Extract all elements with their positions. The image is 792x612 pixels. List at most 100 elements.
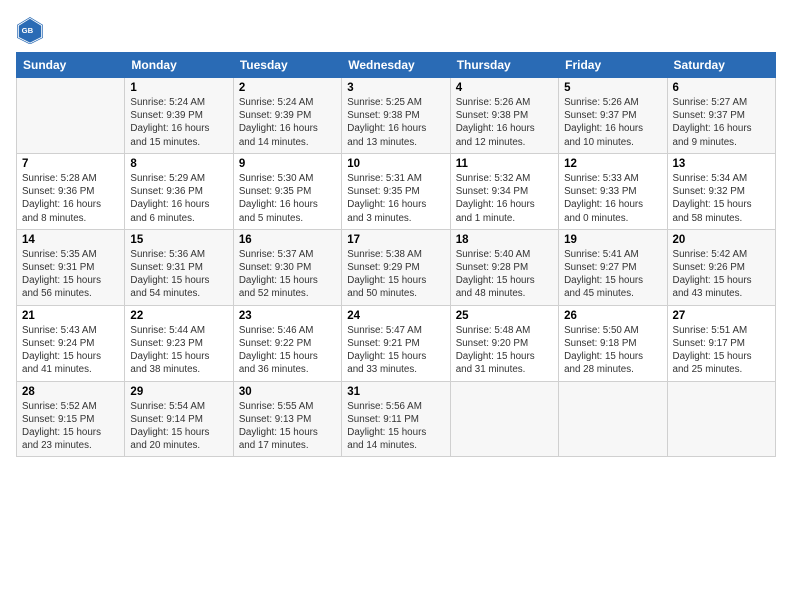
day-info: Sunrise: 5:30 AM Sunset: 9:35 PM Dayligh…	[239, 172, 336, 225]
day-number: 12	[564, 158, 661, 170]
day-cell: 25 Sunrise: 5:48 AM Sunset: 9:20 PM Dayli…	[450, 305, 558, 381]
day-header-thursday: Thursday	[450, 53, 558, 78]
day-cell: 16 Sunrise: 5:37 AM Sunset: 9:30 PM Dayli…	[233, 229, 341, 305]
day-number: 15	[130, 234, 227, 246]
day-number: 22	[130, 310, 227, 322]
week-row-4: 21 Sunrise: 5:43 AM Sunset: 9:24 PM Dayli…	[17, 305, 776, 381]
day-number: 7	[22, 158, 119, 170]
day-cell: 1Sunrise: 5:24 AM Sunset: 9:39 PM Daylig…	[125, 78, 233, 154]
day-cell: 14Sunrise: 5:35 AM Sunset: 9:31 PM Dayli…	[17, 229, 125, 305]
day-info: Sunrise: 5:24 AM Sunset: 9:39 PM Dayligh…	[239, 96, 336, 149]
day-cell: 21 Sunrise: 5:43 AM Sunset: 9:24 PM Dayli…	[17, 305, 125, 381]
header-row: GB	[16, 16, 776, 44]
week-row-1: 1 Sunrise: 5:24 AM Sunset: 9:39 PM Daylig…	[17, 78, 776, 154]
day-info: Sunrise: 5:52 AM Sunset: 9:15 PM Dayligh…	[22, 400, 119, 453]
day-header-saturday: Saturday	[667, 53, 775, 78]
day-cell: 12Sunrise: 5:33 AM Sunset: 9:33 PM Dayli…	[559, 153, 667, 229]
day-number: 17	[347, 234, 444, 246]
day-number: 1	[130, 82, 227, 94]
day-header-friday: Friday	[559, 53, 667, 78]
week-row-2: 7 Sunrise: 5:28 AM Sunset: 9:36 PM Daylig…	[17, 153, 776, 229]
day-cell: 20Sunrise: 5:42 AM Sunset: 9:26 PM Dayli…	[667, 229, 775, 305]
day-info: Sunrise: 5:56 AM Sunset: 9:11 PM Dayligh…	[347, 400, 444, 453]
day-cell: 18 Sunrise: 5:40 AM Sunset: 9:28 PM Dayli…	[450, 229, 558, 305]
day-cell: 2 Sunrise: 5:24 AM Sunset: 9:39 PM Daylig…	[233, 78, 341, 154]
day-info: Sunrise: 5:32 AM Sunset: 9:34 PM Dayligh…	[456, 172, 553, 225]
day-cell: 31 Sunrise: 5:56 AM Sunset: 9:11 PM Dayli…	[342, 381, 450, 457]
day-cell: 8 Sunrise: 5:29 AM Sunset: 9:36 PM Daylig…	[125, 153, 233, 229]
day-info: Sunrise: 5:34 AM Sunset: 9:32 PM Dayligh…	[673, 172, 770, 225]
day-number: 31	[347, 386, 444, 398]
day-number: 18	[456, 234, 553, 246]
day-cell: 28 Sunrise: 5:52 AM Sunset: 9:15 PM Dayli…	[17, 381, 125, 457]
day-cell: 9 Sunrise: 5:30 AM Sunset: 9:35 PM Daylig…	[233, 153, 341, 229]
day-cell: 15 Sunrise: 5:36 AM Sunset: 9:31 PM Dayli…	[125, 229, 233, 305]
day-info: Sunrise: 5:55 AM Sunset: 9:13 PM Dayligh…	[239, 400, 336, 453]
day-cell: 27 Sunrise: 5:51 AM Sunset: 9:17 PM Dayli…	[667, 305, 775, 381]
day-number: 2	[239, 82, 336, 94]
day-cell: 7 Sunrise: 5:28 AM Sunset: 9:36 PM Daylig…	[17, 153, 125, 229]
day-number: 24	[347, 310, 444, 322]
day-number: 23	[239, 310, 336, 322]
logo-icon: GB	[16, 16, 44, 44]
calendar-container: GB SundayMondayTuesdayWednesdayThursdayF…	[0, 0, 792, 465]
day-info: Sunrise: 5:51 AM Sunset: 9:17 PM Dayligh…	[673, 324, 770, 377]
day-number: 30	[239, 386, 336, 398]
day-cell: 5 Sunrise: 5:26 AM Sunset: 9:37 PM Daylig…	[559, 78, 667, 154]
day-info: Sunrise: 5:31 AM Sunset: 9:35 PM Dayligh…	[347, 172, 444, 225]
calendar-table: SundayMondayTuesdayWednesdayThursdayFrid…	[16, 52, 776, 457]
day-number: 6	[673, 82, 770, 94]
day-info: Sunrise: 5:41 AM Sunset: 9:27 PM Dayligh…	[564, 248, 661, 301]
day-cell: 13 Sunrise: 5:34 AM Sunset: 9:32 PM Dayli…	[667, 153, 775, 229]
day-cell: 29Sunrise: 5:54 AM Sunset: 9:14 PM Dayli…	[125, 381, 233, 457]
day-info: Sunrise: 5:43 AM Sunset: 9:24 PM Dayligh…	[22, 324, 119, 377]
day-cell: 23 Sunrise: 5:46 AM Sunset: 9:22 PM Dayli…	[233, 305, 341, 381]
day-number: 10	[347, 158, 444, 170]
day-header-tuesday: Tuesday	[233, 53, 341, 78]
day-cell: 6 Sunrise: 5:27 AM Sunset: 9:37 PM Daylig…	[667, 78, 775, 154]
logo: GB	[16, 16, 48, 44]
day-cell	[559, 381, 667, 457]
day-number: 20	[673, 234, 770, 246]
day-info: Sunrise: 5:36 AM Sunset: 9:31 PM Dayligh…	[130, 248, 227, 301]
day-info: Sunrise: 5:26 AM Sunset: 9:38 PM Dayligh…	[456, 96, 553, 149]
day-info: Sunrise: 5:48 AM Sunset: 9:20 PM Dayligh…	[456, 324, 553, 377]
day-cell: 10 Sunrise: 5:31 AM Sunset: 9:35 PM Dayli…	[342, 153, 450, 229]
day-cell	[667, 381, 775, 457]
day-cell: 26Sunrise: 5:50 AM Sunset: 9:18 PM Dayli…	[559, 305, 667, 381]
day-cell: 11 Sunrise: 5:32 AM Sunset: 9:34 PM Dayli…	[450, 153, 558, 229]
day-cell: 3 Sunrise: 5:25 AM Sunset: 9:38 PM Daylig…	[342, 78, 450, 154]
day-number: 14	[22, 234, 119, 246]
day-info: Sunrise: 5:25 AM Sunset: 9:38 PM Dayligh…	[347, 96, 444, 149]
day-number: 9	[239, 158, 336, 170]
day-info: Sunrise: 5:26 AM Sunset: 9:37 PM Dayligh…	[564, 96, 661, 149]
day-info: Sunrise: 5:44 AM Sunset: 9:23 PM Dayligh…	[130, 324, 227, 377]
day-number: 5	[564, 82, 661, 94]
day-number: 19	[564, 234, 661, 246]
day-info: Sunrise: 5:38 AM Sunset: 9:29 PM Dayligh…	[347, 248, 444, 301]
day-number: 16	[239, 234, 336, 246]
day-info: Sunrise: 5:40 AM Sunset: 9:28 PM Dayligh…	[456, 248, 553, 301]
day-number: 28	[22, 386, 119, 398]
day-info: Sunrise: 5:28 AM Sunset: 9:36 PM Dayligh…	[22, 172, 119, 225]
day-number: 11	[456, 158, 553, 170]
day-info: Sunrise: 5:46 AM Sunset: 9:22 PM Dayligh…	[239, 324, 336, 377]
day-info: Sunrise: 5:47 AM Sunset: 9:21 PM Dayligh…	[347, 324, 444, 377]
day-info: Sunrise: 5:27 AM Sunset: 9:37 PM Dayligh…	[673, 96, 770, 149]
day-number: 8	[130, 158, 227, 170]
day-number: 13	[673, 158, 770, 170]
week-row-5: 28 Sunrise: 5:52 AM Sunset: 9:15 PM Dayli…	[17, 381, 776, 457]
day-cell: 19 Sunrise: 5:41 AM Sunset: 9:27 PM Dayli…	[559, 229, 667, 305]
day-info: Sunrise: 5:29 AM Sunset: 9:36 PM Dayligh…	[130, 172, 227, 225]
day-cell: 17 Sunrise: 5:38 AM Sunset: 9:29 PM Dayli…	[342, 229, 450, 305]
week-row-3: 14Sunrise: 5:35 AM Sunset: 9:31 PM Dayli…	[17, 229, 776, 305]
day-number: 25	[456, 310, 553, 322]
day-number: 21	[22, 310, 119, 322]
day-number: 3	[347, 82, 444, 94]
day-number: 27	[673, 310, 770, 322]
svg-text:GB: GB	[22, 26, 34, 35]
day-cell: 30 Sunrise: 5:55 AM Sunset: 9:13 PM Dayli…	[233, 381, 341, 457]
day-number: 4	[456, 82, 553, 94]
day-cell: 4 Sunrise: 5:26 AM Sunset: 9:38 PM Daylig…	[450, 78, 558, 154]
day-info: Sunrise: 5:37 AM Sunset: 9:30 PM Dayligh…	[239, 248, 336, 301]
